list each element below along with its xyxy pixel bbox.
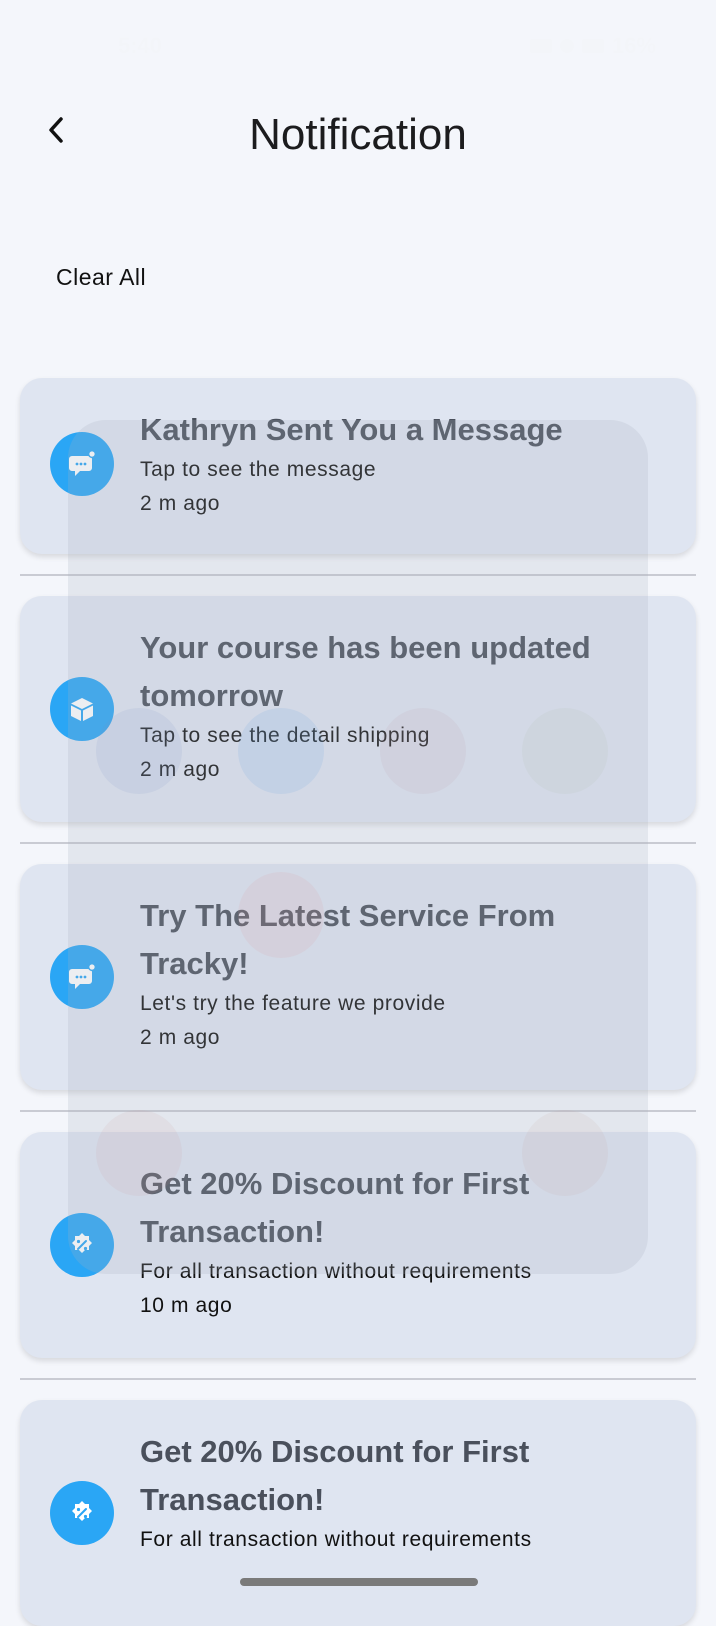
divider: [20, 1378, 696, 1380]
status-icons: 16%: [529, 33, 656, 59]
notification-card[interactable]: Kathryn Sent You a Message Tap to see th…: [20, 378, 696, 554]
notification-card[interactable]: Get 20% Discount for First Transaction! …: [20, 1400, 696, 1626]
notification-time: 2 m ago: [140, 1026, 221, 1049]
notification-subtitle: For all transaction without requirements: [140, 1260, 532, 1283]
status-time: 5:40: [118, 33, 163, 58]
notification-card[interactable]: Your course has been updated tomorrow Ta…: [20, 596, 696, 822]
chat-bubble-icon: [50, 432, 114, 496]
discount-badge-icon: [50, 1481, 114, 1545]
notification-subtitle: For all transaction without requirements: [140, 1528, 532, 1551]
notification-subtitle: Tap to see the message: [140, 458, 377, 481]
notification-subtitle: Let's try the feature we provide: [140, 992, 446, 1015]
discount-badge-icon: [50, 1213, 114, 1277]
notification-list: Kathryn Sent You a Message Tap to see th…: [20, 378, 696, 1626]
notification-title: Kathryn Sent You a Message: [140, 412, 563, 447]
signal-icon: [581, 39, 604, 53]
notification-card[interactable]: Try The Latest Service From Tracky! Let'…: [20, 864, 696, 1090]
sync-icon: [559, 39, 574, 53]
box-icon: [50, 677, 114, 741]
divider: [20, 574, 696, 576]
notification-time: 10 m ago: [140, 1294, 233, 1317]
battery-level: 16%: [611, 33, 656, 58]
page-title: Notification: [249, 110, 467, 159]
notification-title: Get 20% Discount for First Transaction!: [140, 1434, 530, 1517]
notification-time: 2 m ago: [140, 758, 221, 781]
divider: [20, 842, 696, 844]
notification-subtitle: Tap to see the detail shipping: [140, 724, 431, 747]
divider: [20, 1110, 696, 1112]
message-icon: [529, 39, 552, 53]
home-indicator[interactable]: [240, 1578, 478, 1586]
notification-card[interactable]: Get 20% Discount for First Transaction! …: [20, 1132, 696, 1358]
notification-title: Try The Latest Service From Tracky!: [140, 898, 556, 981]
clear-all-button[interactable]: Clear All: [56, 264, 146, 291]
notification-title: Your course has been updated tomorrow: [140, 630, 591, 713]
chat-bubble-icon: [50, 945, 114, 1009]
notification-time: 2 m ago: [140, 492, 221, 515]
notification-title: Get 20% Discount for First Transaction!: [140, 1166, 530, 1249]
app-header: Notification: [0, 90, 716, 180]
status-bar: 5:40 16%: [0, 0, 716, 90]
